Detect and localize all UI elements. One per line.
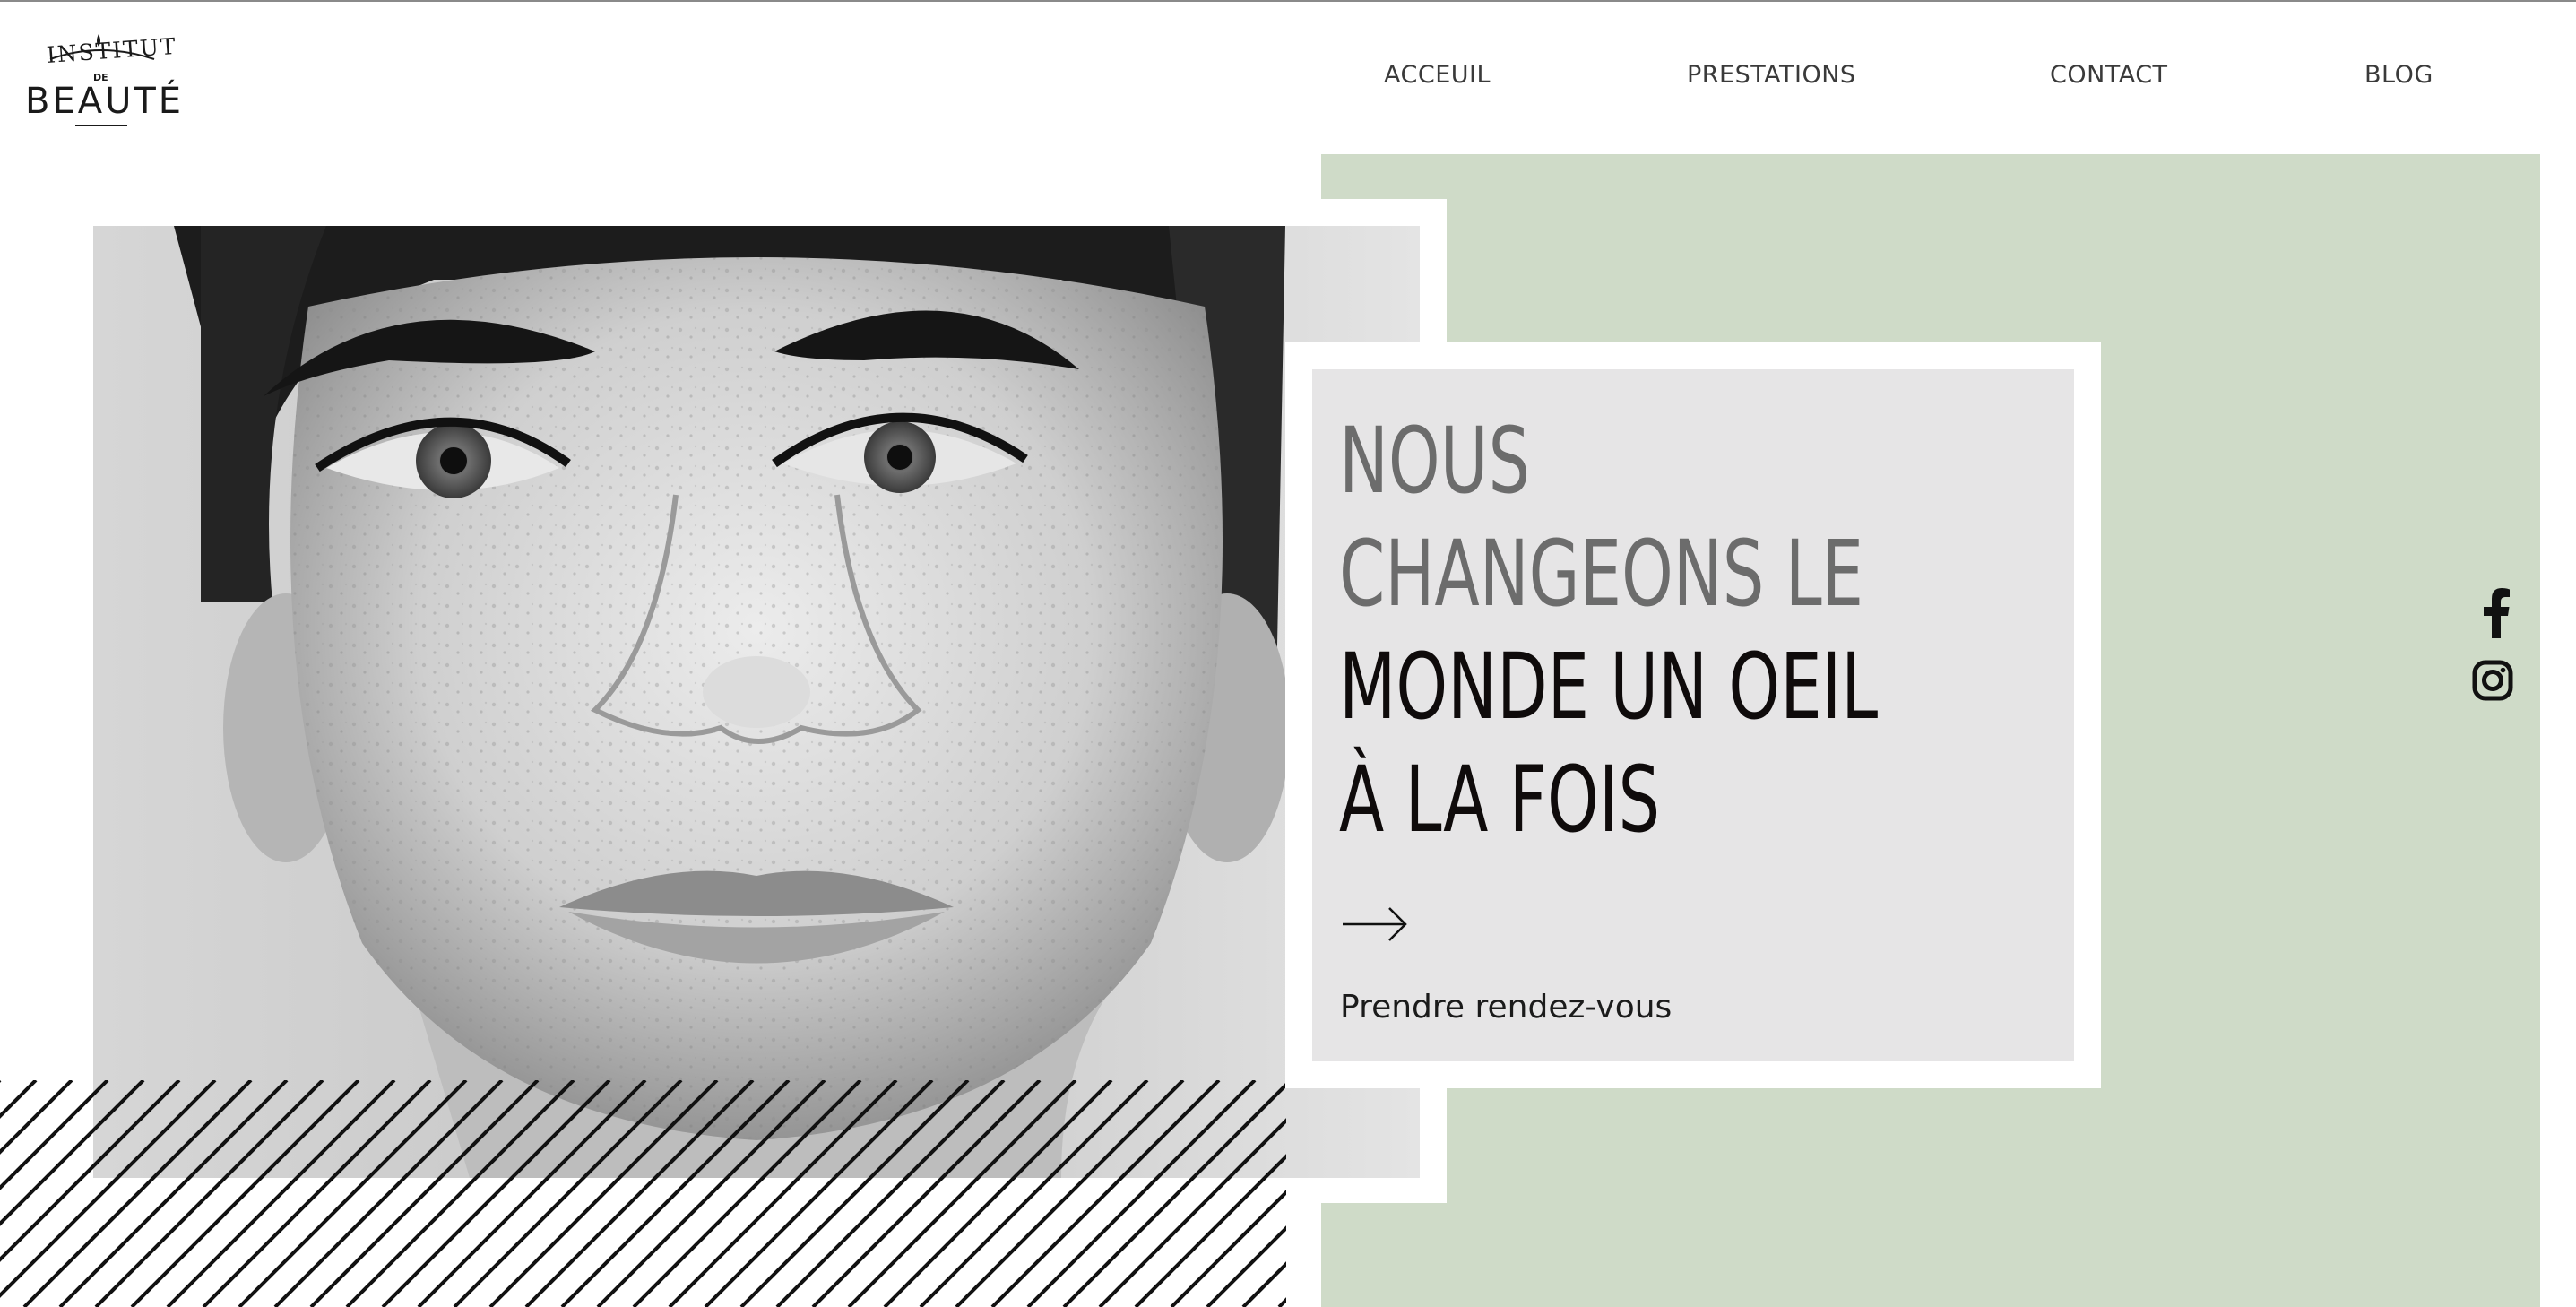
stripe-line: [22, 1080, 253, 1307]
stripes-pattern: [0, 1080, 1286, 1307]
top-border: [0, 0, 2576, 2]
arrow-right-icon[interactable]: [1341, 904, 1409, 945]
stripe-line: [202, 1080, 432, 1307]
stripe-line: [596, 1080, 826, 1307]
instagram-icon[interactable]: [2472, 660, 2513, 701]
hero-headline: NOUS CHANGEONS LE MONDE UN OEIL À LA FOI…: [1339, 405, 1879, 857]
portrait-illustration: [93, 226, 1420, 1178]
diagonal-stripes-decoration: [0, 1080, 1286, 1307]
stripe-line: [1062, 1082, 1286, 1307]
stripe-line: [1170, 1190, 1286, 1307]
stripe-line: [130, 1080, 360, 1307]
stripe-line: [668, 1080, 898, 1307]
stripe-line: [488, 1080, 719, 1307]
brand-logo[interactable]: INSTITUT DE BEAUTÉ: [20, 27, 181, 127]
headline-line-4: À LA FOIS: [1339, 747, 1661, 853]
stripe-line: [273, 1080, 504, 1307]
headline-line-2: CHANGEONS LE: [1339, 521, 1864, 628]
hero-portrait-image: [93, 226, 1420, 1178]
stripe-line: [58, 1080, 289, 1307]
stripe-line: [1026, 1080, 1257, 1307]
stripe-line: [238, 1080, 468, 1307]
stripe-line: [704, 1080, 934, 1307]
stripe-line: [524, 1080, 755, 1307]
stripe-line: [560, 1080, 791, 1307]
nav-item-prestations[interactable]: PRESTATIONS: [1687, 61, 1856, 89]
stripe-line: [94, 1080, 324, 1307]
stripe-line: [0, 1080, 181, 1262]
nav-item-blog[interactable]: BLOG: [2364, 61, 2433, 89]
stripe-line: [417, 1080, 647, 1307]
headline-line-3: MONDE UN OEIL: [1339, 634, 1879, 740]
book-appointment-link[interactable]: Prendre rendez-vous: [1340, 989, 1672, 1026]
stripe-line: [811, 1080, 1042, 1307]
stripe-line: [955, 1080, 1185, 1307]
stripe-line: [381, 1080, 611, 1307]
stripe-line: [309, 1080, 540, 1307]
stripe-line: [775, 1080, 1006, 1307]
stripe-line: [0, 1080, 109, 1190]
headline-line-1: NOUS: [1339, 408, 1531, 515]
stripe-line: [0, 1080, 73, 1155]
stripe-line: [453, 1080, 683, 1307]
stripe-line: [166, 1080, 396, 1307]
page: INSTITUT DE BEAUTÉ ACCEUIL PRESTATIONS C…: [0, 0, 2576, 1307]
nav-item-contact[interactable]: CONTACT: [2050, 61, 2168, 89]
logo-text-beaute: BEAUTÉ: [25, 81, 185, 122]
facebook-icon[interactable]: [2483, 588, 2510, 638]
stripe-line: [919, 1080, 1149, 1307]
stripe-line: [847, 1080, 1077, 1307]
stripe-line: [883, 1080, 1113, 1307]
stripe-line: [632, 1080, 862, 1307]
nav-item-acceuil[interactable]: ACCEUIL: [1384, 61, 1491, 89]
stripe-line: [739, 1080, 970, 1307]
stripe-line: [990, 1080, 1221, 1307]
stripe-line: [345, 1080, 575, 1307]
